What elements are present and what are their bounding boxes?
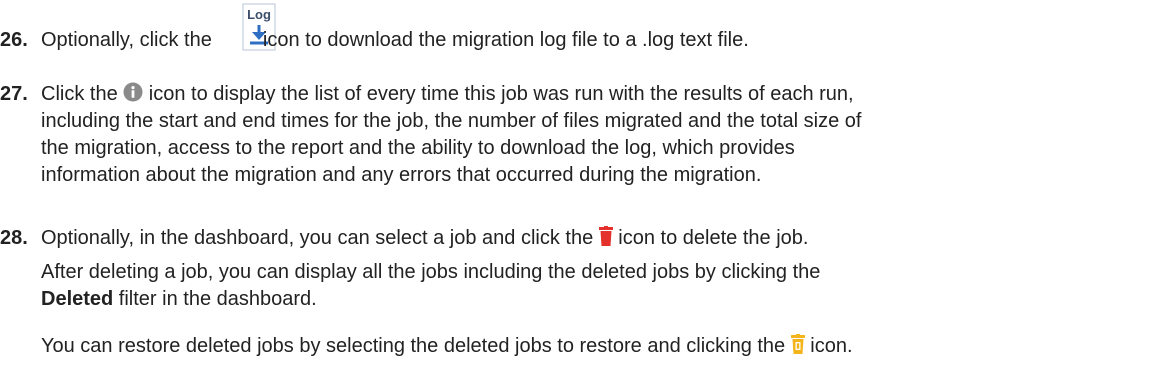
restore-icon [790,334,805,354]
step-text-after: icon to delete the job. [612,227,809,249]
step-text-after: icon to display the list of every time t… [143,83,854,105]
note-line-after: filter in the dashboard. [113,288,317,310]
step-text-line: the migration, access to the report and … [41,137,795,159]
step-28-restore-note: You can restore deleted jobs by selectin… [41,333,1153,360]
step-number: 28. [0,227,28,249]
info-icon [123,82,143,102]
note-text-after: icon. [804,335,853,357]
note-line: After deleting a job, you can display al… [41,261,821,283]
step-text-before: Optionally, click the [41,29,218,51]
log-icon-label: Log [247,7,271,22]
step-text-line: including the start and end times for th… [41,110,862,132]
step-28: 28. Optionally, in the dashboard, you ca… [0,225,1163,257]
step-text-before: Click the [41,83,124,105]
step-text-line: information about the migration and any … [41,164,762,186]
step-26: Log 26. Optionally, click the icon to do… [0,3,1163,53]
note-text-before: You can restore deleted jobs by selectin… [41,335,791,357]
document-page: Log 26. Optionally, click the icon to do… [0,0,1163,388]
trash-icon [598,226,613,246]
step-text: Click the icon to display the list of ev… [41,81,1153,189]
step-number: 27. [0,83,28,105]
step-text-before: Optionally, in the dashboard, you can se… [41,227,599,249]
step-text: Optionally, click the icon to download t… [41,27,749,54]
step-number: 26. [0,29,28,51]
step-27: 27. Click the icon to display the list o… [0,81,1163,191]
step-text-after: icon to download the migration log file … [257,29,749,51]
step-text: Optionally, in the dashboard, you can se… [41,225,1153,252]
step-28-note: After deleting a job, you can display al… [41,259,1153,313]
deleted-filter-label: Deleted [41,288,114,310]
